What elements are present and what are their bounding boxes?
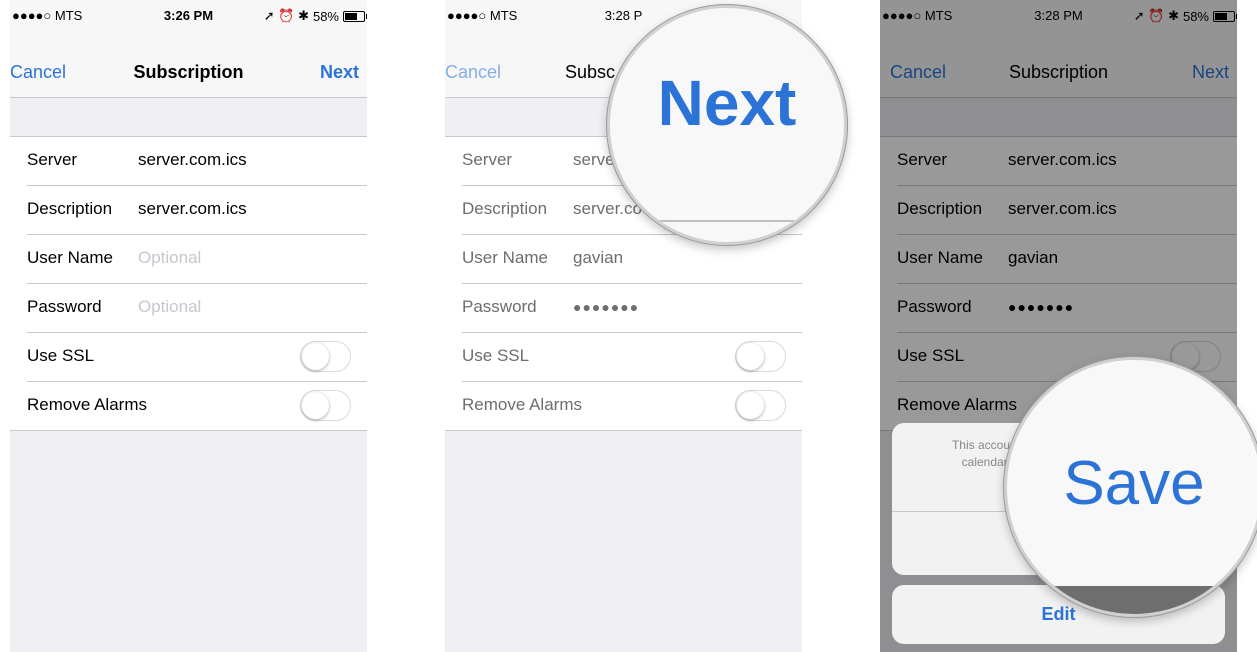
password-row[interactable]: Password Optional: [27, 284, 367, 333]
magnified-save-button[interactable]: Save: [1007, 448, 1257, 519]
status-right: ➚ ⏰ ✱ 58%: [263, 8, 367, 24]
username-field[interactable]: Optional: [138, 248, 201, 268]
use-ssl-toggle[interactable]: [735, 341, 786, 372]
status-icons: ➚ ⏰ ✱: [263, 8, 309, 23]
description-label: Description: [27, 199, 113, 218]
description-label: Description: [462, 199, 548, 218]
magnified-next-button[interactable]: Next: [610, 66, 844, 140]
magnifier-dim-area: [1007, 586, 1257, 614]
server-label: Server: [27, 150, 78, 169]
description-field[interactable]: server.com.ics: [138, 199, 247, 219]
username-label: User Name: [462, 248, 548, 267]
use-ssl-row: Use SSL: [462, 333, 802, 382]
magnifier-save: Save: [1004, 357, 1257, 617]
remove-alarms-row: Remove Alarms: [462, 382, 802, 430]
screen-subscription-empty: ●●●●○ MTS 3:26 PM ➚ ⏰ ✱ 58% Cancel Subsc…: [10, 0, 367, 652]
remove-alarms-label: Remove Alarms: [462, 395, 582, 414]
remove-alarms-toggle[interactable]: [735, 390, 786, 421]
page-title: Subscription: [133, 62, 244, 82]
next-button[interactable]: Next: [320, 62, 359, 83]
status-bar: ●●●●○ MTS 3:26 PM ➚ ⏰ ✱ 58%: [10, 0, 367, 30]
password-label: Password: [27, 297, 102, 316]
password-row[interactable]: Password ●●●●●●●: [462, 284, 802, 333]
username-label: User Name: [27, 248, 113, 267]
username-row[interactable]: User Name Optional: [27, 235, 367, 284]
cancel-button[interactable]: Cancel: [445, 62, 501, 83]
server-label: Server: [462, 150, 513, 169]
subscription-form: Server server.com.ics Description server…: [10, 136, 367, 431]
remove-alarms-toggle[interactable]: [300, 390, 351, 421]
password-label: Password: [462, 297, 537, 316]
server-row[interactable]: Server server.com.ics: [27, 137, 367, 186]
remove-alarms-row: Remove Alarms: [27, 382, 367, 430]
navigation-bar: Cancel Subscription Next: [10, 30, 367, 98]
use-ssl-toggle[interactable]: [300, 341, 351, 372]
use-ssl-label: Use SSL: [462, 346, 530, 365]
username-field[interactable]: gavian: [573, 248, 623, 268]
password-field[interactable]: Optional: [138, 297, 201, 317]
use-ssl-row: Use SSL: [27, 333, 367, 382]
magnifier-divider: [610, 220, 844, 222]
battery-icon: [343, 10, 367, 22]
description-row[interactable]: Description server.com.ics: [27, 186, 367, 235]
description-field[interactable]: server.co: [573, 199, 642, 219]
server-field[interactable]: server.com.ics: [138, 150, 247, 170]
use-ssl-label: Use SSL: [27, 346, 95, 365]
remove-alarms-label: Remove Alarms: [27, 395, 147, 414]
server-field[interactable]: serve: [573, 150, 615, 170]
magnifier-next: Next: [607, 5, 847, 245]
password-field[interactable]: ●●●●●●●: [573, 299, 639, 315]
battery-percent: 58%: [312, 8, 339, 24]
